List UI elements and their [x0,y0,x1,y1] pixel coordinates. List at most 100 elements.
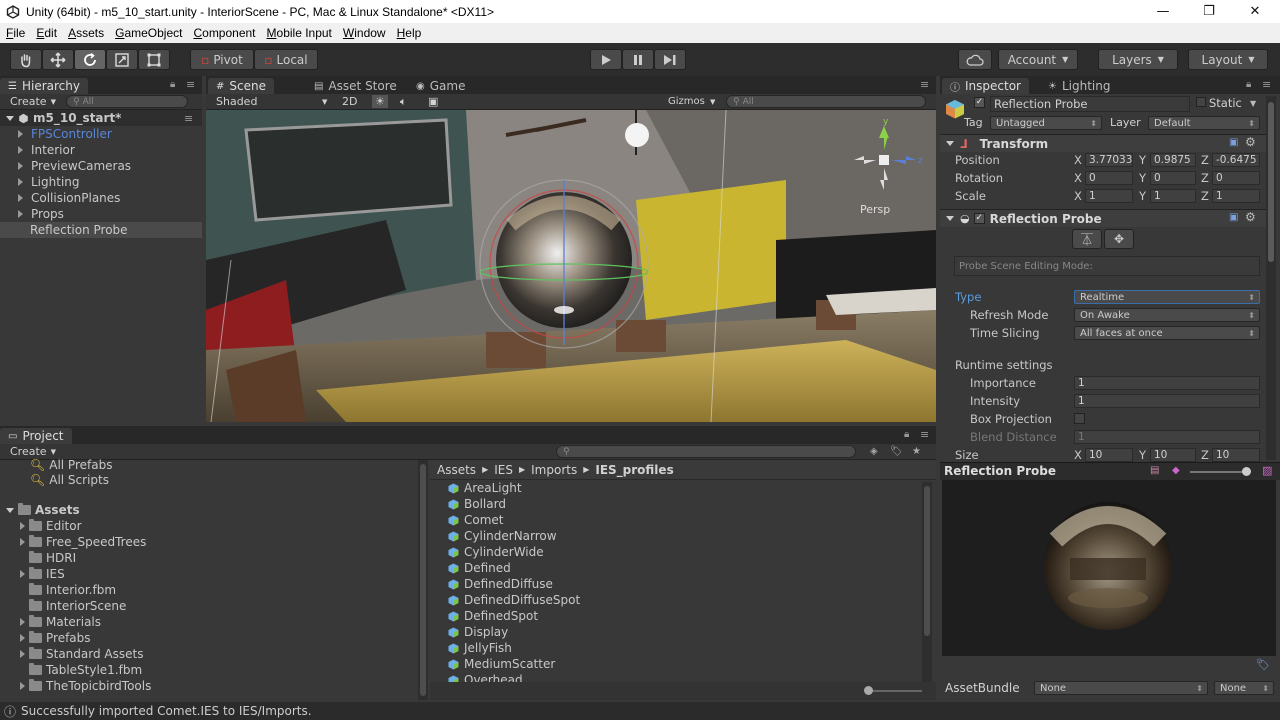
box-projection-checkbox[interactable] [1074,413,1085,424]
favorite-all-scripts[interactable]: 🔍︎ All Scripts [30,472,109,488]
folder-thetopicbirdtools[interactable]: TheTopicbirdTools [20,678,151,694]
blend-distance-field[interactable]: 1 [1074,430,1260,444]
active-checkbox[interactable]: ✓ [974,97,985,108]
folder-standard-assets[interactable]: Standard Assets [20,646,143,662]
minimize-button[interactable]: — [1140,0,1186,23]
menu-edit[interactable]: Edit [30,26,62,40]
tab-inspector[interactable]: ⓘ Inspector [942,78,1029,94]
scene-root[interactable]: m5_10_start* ≡ [0,110,202,126]
edit-bounds-button[interactable]: ⏄ [1072,229,1102,249]
hierarchy-item-interior[interactable]: Interior [0,142,75,158]
asset-file-defined[interactable]: Defined [448,560,511,576]
asset-file-arealight[interactable]: AreaLight [448,480,522,496]
layout-dropdown[interactable]: Layout ▼ [1188,49,1268,70]
panel-menu-icon[interactable]: ≡ [186,78,195,91]
folder-tree-scroll-thumb[interactable] [420,464,426,696]
object-name-field[interactable]: Reflection Probe [990,96,1190,112]
asset-file-jellyfish[interactable]: JellyFish [448,640,512,656]
position-y-field[interactable]: 0.9875 [1150,153,1196,167]
preview-area[interactable] [942,480,1276,656]
time-slicing-dropdown[interactable]: All faces at once [1074,326,1260,340]
icon-size-slider-handle[interactable] [864,686,873,695]
perspective-label[interactable]: Persp [860,203,890,216]
probe-enabled-checkbox[interactable]: ✓ [973,213,985,224]
close-button[interactable]: ✕ [1232,0,1278,23]
cloud-button[interactable] [958,49,992,70]
rotation-y-field[interactable]: 0 [1150,171,1196,185]
folder-tree-scrollbar[interactable] [418,460,428,700]
size-y-field[interactable]: 10 [1150,448,1196,462]
chevron-down-icon[interactable]: ▼ [1250,99,1256,108]
hierarchy-item-props[interactable]: Props [0,206,64,222]
gizmos-dropdown[interactable]: Gizmos [668,96,705,107]
gear-icon[interactable]: ⚙ [1245,135,1256,149]
asset-file-bollard[interactable]: Bollard [448,496,506,512]
file-list-scrollbar[interactable] [922,482,932,682]
maximize-button[interactable]: ❐ [1186,0,1232,23]
inspector-scrollbar[interactable] [1266,96,1276,460]
breadcrumb-ies-profiles[interactable]: IES_profiles [595,463,673,477]
hierarchy-item-collisionplanes[interactable]: CollisionPlanes [0,190,120,206]
asset-file-display[interactable]: Display [448,624,508,640]
favorite-all-prefabs[interactable]: 🔍︎ All Prefabs [30,457,112,473]
folder-interior-fbm[interactable]: Interior.fbm [29,582,116,598]
rotate-tool-button[interactable] [74,49,106,70]
lock-icon[interactable]: 🔒︎ [904,429,909,440]
size-z-field[interactable]: 10 [1212,448,1260,462]
2d-toggle[interactable]: 2D [342,95,357,108]
scene-search-input[interactable]: ⚲ All [726,95,926,108]
size-x-field[interactable]: 10 [1085,448,1133,462]
tag-dropdown[interactable]: Untagged [990,116,1102,130]
folder-prefabs[interactable]: Prefabs [20,630,91,646]
edit-origin-button[interactable]: ✥ [1104,229,1134,249]
menu-assets[interactable]: Assets [62,26,109,40]
account-dropdown[interactable]: Account ▼ [998,49,1078,70]
scene-viewport[interactable]: y z Persp [206,110,936,422]
pivot-toggle[interactable]: ▫ Pivot [190,49,254,70]
hierarchy-search-input[interactable]: ⚲ All [66,95,188,108]
search-by-label-icon[interactable]: 🏷︎ [890,446,903,457]
folder-free-speedtrees[interactable]: Free_SpeedTrees [20,534,146,550]
gear-icon[interactable]: ⚙ [1245,210,1256,224]
rect-tool-button[interactable] [138,49,170,70]
mip-icon[interactable]: ◆ [1172,465,1180,476]
scene-menu-icon[interactable]: ≡ [184,112,193,125]
breadcrumb-imports[interactable]: Imports [531,463,577,477]
tab-project[interactable]: ▭ Project [0,428,72,444]
position-x-field[interactable]: 3.77033 [1085,153,1133,167]
scene-audio-toggle-icon[interactable]: 🔈︎ [400,95,407,109]
intensity-field[interactable]: 1 [1074,394,1260,408]
assetbundle-dropdown[interactable]: None [1034,681,1208,695]
label-tag-icon[interactable]: 🏷︎ [1256,658,1270,671]
tab-hierarchy[interactable]: ☰ Hierarchy [0,78,88,94]
step-button[interactable] [654,49,686,70]
panel-menu-icon[interactable]: ≡ [920,428,929,441]
tab-lighting[interactable]: ☀ Lighting [1040,78,1118,94]
menu-file[interactable]: File [0,26,30,40]
folder-editor[interactable]: Editor [20,518,82,534]
asset-file-cylindernarrow[interactable]: CylinderNarrow [448,528,557,544]
lock-icon[interactable]: 🔒︎ [170,79,175,90]
importance-field[interactable]: 1 [1074,376,1260,390]
move-tool-button[interactable] [42,49,74,70]
asset-file-mediumscatter[interactable]: MediumScatter [448,656,555,672]
panel-menu-icon[interactable]: ≡ [920,78,929,91]
layers-dropdown[interactable]: Layers ▼ [1098,49,1178,70]
tab-game[interactable]: ◉ Game [408,78,473,94]
rotation-z-field[interactable]: 0 [1212,171,1260,185]
help-book-icon[interactable]: ▣ [1229,212,1238,223]
hierarchy-create-button[interactable]: Create [10,95,47,108]
hand-tool-button[interactable] [10,49,42,70]
hierarchy-item-fpscontroller[interactable]: FPSController [0,126,112,142]
panel-menu-icon[interactable]: ≡ [1262,78,1271,91]
menu-window[interactable]: Window [337,26,391,40]
position-z-field[interactable]: -0.6475 [1212,153,1260,167]
breadcrumb-assets[interactable]: Assets [437,463,476,477]
tab-asset-store[interactable]: ▤ Asset Store [306,78,405,94]
rotation-x-field[interactable]: 0 [1085,171,1133,185]
assetbundle-variant-dropdown[interactable]: None [1214,681,1274,695]
project-search-input[interactable]: ⚲ [556,445,856,458]
inspector-scroll-thumb[interactable] [1268,102,1274,262]
layer-dropdown[interactable]: Default [1148,116,1260,130]
transform-header[interactable]: ⅃ Transform [940,134,1266,152]
